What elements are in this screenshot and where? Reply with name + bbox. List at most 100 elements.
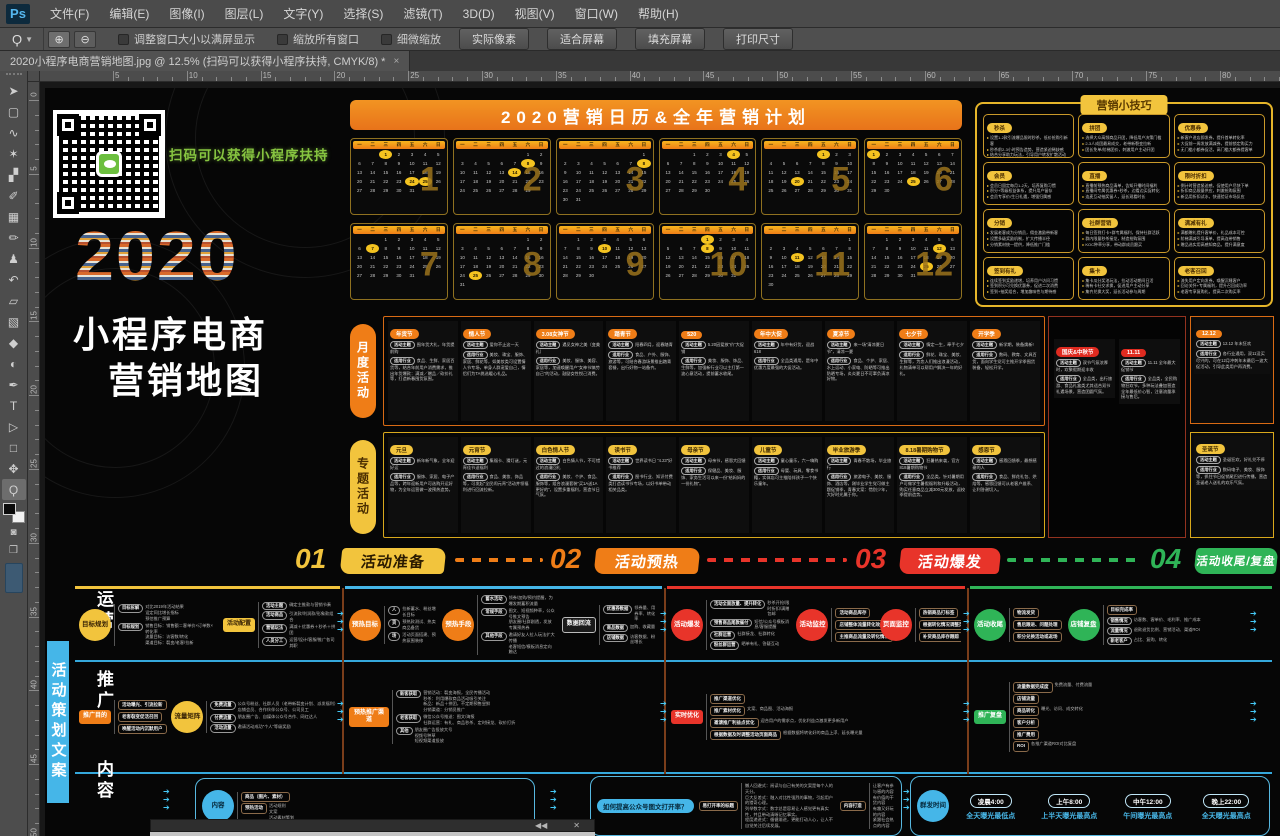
menu-item[interactable]: 文字(Y)	[273, 3, 333, 25]
branch-line: 社群接龙、社群转化	[737, 631, 775, 637]
document-canvas[interactable]: 扫码可以获得小程序扶持 2020 小程序电商 营销地图 2020营销日历&全年营…	[40, 82, 1280, 836]
menu-item[interactable]: 滤镜(T)	[393, 3, 452, 25]
dodge-tool[interactable]: ◐	[2, 353, 26, 374]
weekday-label: 一	[769, 227, 774, 233]
menu-item[interactable]: 3D(D)	[453, 3, 505, 25]
eyedropper-tool[interactable]: ✐	[2, 185, 26, 206]
bullet-icon: ▸	[1082, 147, 1084, 153]
checkbox-icon[interactable]	[381, 34, 392, 45]
calendar-day: 23	[559, 186, 572, 195]
theme-tag: 活动主题	[1196, 456, 1221, 464]
calendar-day: 11	[611, 244, 624, 253]
checkbox-icon[interactable]	[277, 34, 288, 45]
calendar-day: 4	[469, 159, 482, 168]
eraser-tool[interactable]: ▱	[2, 290, 26, 311]
close-icon[interactable]: ✕	[573, 821, 580, 830]
option-checkbox[interactable]: 缩放所有窗口	[277, 31, 359, 47]
zoom-out-button[interactable]: ⊖	[74, 31, 96, 48]
document-tab[interactable]: 2020小程序电商营销地图.jpg @ 12.5% (扫码可以获得小程序扶持, …	[0, 51, 410, 71]
brush-tool[interactable]: ✏	[2, 227, 26, 248]
path-select-tool[interactable]: ▷	[2, 416, 26, 437]
checkbox-icon[interactable]	[118, 34, 129, 45]
branch-line: 免费流量、付费流量	[1055, 682, 1093, 688]
menu-item[interactable]: 图像(I)	[159, 3, 214, 25]
hand-tool[interactable]: ✥	[2, 458, 26, 479]
calendar-day: 21	[508, 262, 521, 271]
collapse-icon[interactable]: ◀◀	[535, 821, 547, 830]
options-button[interactable]: 填充屏幕	[635, 28, 705, 50]
mindmap-branch: 根据数据及时调整活动页面商品根据数据将转化好的商品上浮、延长曝光量	[710, 730, 863, 740]
calendar-day: 15	[379, 253, 392, 262]
foreground-color-swatch[interactable]	[3, 503, 16, 515]
mini-window-bar[interactable]: ◀◀ ✕	[150, 819, 595, 832]
menu-item[interactable]: 编辑(E)	[99, 3, 159, 25]
ruler-number: 65	[1001, 71, 1010, 80]
screen-mode-icon[interactable]: ❒	[2, 541, 26, 559]
branch-lines: 曝光、访问、成交转化	[1041, 706, 1083, 712]
blur-tool[interactable]: ◆	[2, 332, 26, 353]
branch-box: 积分兑换活动或返场	[1013, 632, 1062, 642]
calendar-day: 17	[777, 262, 790, 271]
mindmap-branches: 目标完成率销售情况访客数、客单价、毛利率、推广成本流量情况退款退货比例、营销活动…	[1103, 605, 1201, 645]
calendar-day: 24	[405, 177, 418, 186]
mindmap-root: 内容	[202, 790, 234, 822]
clone-stamp-tool[interactable]: ♟	[2, 248, 26, 269]
color-swatches[interactable]	[3, 503, 25, 523]
menu-item[interactable]: 帮助(H)	[628, 3, 689, 25]
event-title: 11.11	[1121, 349, 1146, 357]
crop-tool[interactable]: ▞	[2, 164, 26, 185]
theme-tag: 活动主题	[463, 341, 488, 349]
magic-wand-tool[interactable]: ✶	[2, 143, 26, 164]
calendar-day: 1	[521, 150, 534, 159]
options-button[interactable]: 实际像素	[459, 28, 529, 50]
move-tool[interactable]: ➤	[2, 80, 26, 101]
type-tool[interactable]: T	[2, 395, 26, 416]
lasso-tool[interactable]: ∿	[2, 122, 26, 143]
option-checkbox[interactable]: 调整窗口大小以满屏显示	[118, 31, 255, 47]
palette-grip[interactable]	[6, 73, 22, 77]
tool-preset-picker[interactable]: Ϙ ▼	[0, 28, 44, 50]
option-checkbox[interactable]: 细微缩放	[381, 31, 441, 47]
options-button[interactable]: 打印尺寸	[723, 28, 793, 50]
menu-item[interactable]: 视图(V)	[505, 3, 565, 25]
mindmap-node: 店铺复盘目标完成率销售情况访客数、客单价、毛利率、推广成本流量情况退款退货比例、…	[1068, 605, 1201, 645]
document-tab-bar: 2020小程序电商营销地图.jpg @ 12.5% (扫码可以获得小程序扶持, …	[0, 51, 1280, 71]
calendar-day: 6	[353, 244, 366, 253]
industry-tag: 适用行业	[681, 357, 706, 365]
branch-box: 易打开率的标题	[699, 801, 739, 811]
weekday-label: 五	[718, 142, 723, 148]
history-brush-tool[interactable]: ↶	[2, 269, 26, 290]
calendar-day: 16	[559, 177, 572, 186]
weekday-label: 日	[950, 142, 955, 148]
menu-item[interactable]: 文件(F)	[40, 3, 99, 25]
zoom-in-button[interactable]: ⊕	[48, 31, 70, 48]
ruler-number: 40	[30, 679, 39, 691]
theme-text: 爱你不止这一天	[490, 342, 519, 347]
calendar-day: 24	[777, 271, 790, 280]
ruler-tick	[35, 425, 39, 426]
quick-mask-icon[interactable]: ◙	[2, 523, 26, 541]
weekday-label: 一	[460, 142, 465, 148]
marquee-tool[interactable]: ▢	[2, 101, 26, 122]
ruler-tick	[334, 71, 335, 81]
ruler-tick	[35, 558, 39, 559]
tip-card: 老客召回▸流失用户定向发券，唤醒沉睡客户▸回访关怀+专属福利，提升召回成功率▸老…	[1174, 257, 1265, 301]
menu-item[interactable]: 图层(L)	[215, 3, 274, 25]
healing-brush-tool[interactable]: ▦	[2, 206, 26, 227]
pen-tool[interactable]: ✒	[2, 374, 26, 395]
weekday-label: 二	[576, 142, 581, 148]
zoom-tool[interactable]: Ϙ	[2, 479, 26, 500]
menu-item[interactable]: 选择(S)	[333, 3, 393, 25]
menu-item[interactable]: 窗口(W)	[565, 3, 628, 25]
gradient-tool[interactable]: ▧	[2, 311, 26, 332]
calendar-day: 19	[777, 177, 790, 186]
branch-box: 推广渠道优化	[710, 694, 745, 704]
calendar-day: 3	[843, 150, 856, 159]
shape-tool[interactable]: □	[2, 437, 26, 458]
close-icon[interactable]: ×	[393, 56, 399, 67]
calendar-month-number: 3	[626, 160, 645, 199]
ruler-tick	[290, 77, 291, 81]
options-button[interactable]: 适合屏幕	[547, 28, 617, 50]
flow-arrows-icon	[337, 610, 351, 634]
weekday-label: 四	[911, 227, 916, 233]
